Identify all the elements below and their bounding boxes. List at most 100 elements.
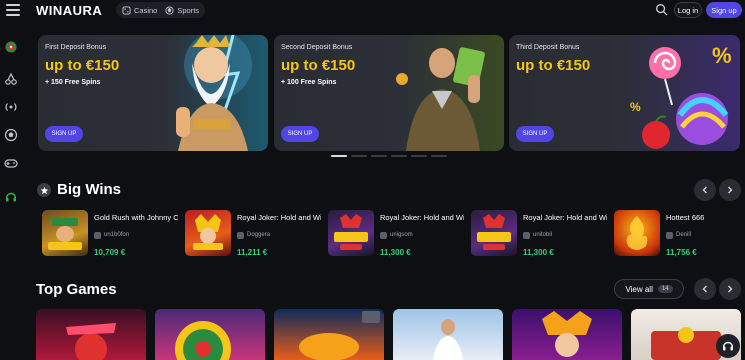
banner-amount: up to €150 <box>516 57 591 74</box>
win-game-name: Royal Joker: Hold and Win <box>523 213 607 222</box>
user-avatar-icon <box>94 231 101 239</box>
game-thumbnail <box>185 210 231 256</box>
big-win-card[interactable]: Royal Joker: Hold and Win Doggera 11,211… <box>185 210 323 260</box>
sports-tab[interactable]: Sports <box>165 6 199 15</box>
win-amount: 11,300 € <box>523 248 554 257</box>
win-username-text: unitobil <box>533 232 553 238</box>
chevron-left-icon <box>702 285 707 293</box>
site-logo[interactable]: WINAURA <box>36 3 102 18</box>
games-count-badge: 14 <box>657 285 673 293</box>
game-thumbnail <box>471 210 517 256</box>
top-games-next-button[interactable] <box>719 278 741 300</box>
login-button[interactable]: Log in <box>674 2 702 18</box>
big-wins-prev-button[interactable] <box>694 179 716 201</box>
carousel-dots <box>331 155 447 157</box>
candy-illustration: % % <box>630 43 732 149</box>
game-tile[interactable] <box>274 309 384 360</box>
chevron-right-icon <box>728 285 733 293</box>
win-username-text: un1b0fon <box>104 232 130 238</box>
win-username: Doggera <box>237 231 321 239</box>
win-username-text: unigsom <box>390 232 413 238</box>
user-avatar-icon <box>380 231 387 239</box>
soccer-ball-icon[interactable] <box>4 128 18 142</box>
banner-amount: up to €150 <box>281 57 356 74</box>
roulette-icon[interactable] <box>4 40 18 54</box>
banner-signup-button[interactable]: SIGN UP <box>281 126 319 142</box>
hamburger-menu-icon[interactable] <box>6 4 20 16</box>
big-wins-next-button[interactable] <box>719 179 741 201</box>
big-win-card[interactable]: Royal Joker: Hold and Win unitobil 11,30… <box>471 210 609 260</box>
win-username: unigsom <box>380 231 464 239</box>
svg-text:%: % <box>630 100 641 114</box>
search-icon[interactable] <box>655 3 668 16</box>
win-username: unitobil <box>523 231 607 239</box>
win-game-name: Hottest 666 <box>666 213 705 222</box>
support-chat-button[interactable] <box>716 334 740 358</box>
game-tile[interactable] <box>393 309 503 360</box>
promo-banner-first-deposit[interactable]: First Deposit Bonus up to €150 + 150 Fre… <box>38 35 268 151</box>
win-game-name: Royal Joker: Hold and Win <box>237 213 321 222</box>
win-amount: 11,211 € <box>237 248 268 257</box>
top-bar: WINAURA Casino Sports Log in Sign up <box>0 0 745 22</box>
casino-icon <box>122 5 131 15</box>
win-amount: 11,756 € <box>666 248 697 257</box>
user-avatar-icon <box>237 231 244 239</box>
banner-signup-button[interactable]: SIGN UP <box>516 126 554 142</box>
win-username-text: Denill <box>676 232 692 238</box>
support-headset-icon[interactable] <box>4 190 18 204</box>
user-avatar-icon <box>666 231 673 239</box>
live-signal-icon[interactable] <box>4 100 18 114</box>
chevron-right-icon <box>728 186 733 194</box>
mode-switch: Casino Sports <box>116 2 206 18</box>
game-thumbnail <box>614 210 660 256</box>
win-amount: 10,709 € <box>94 248 126 257</box>
top-games-prev-button[interactable] <box>694 278 716 300</box>
win-game-name: Royal Joker: Hold and Win <box>380 213 464 222</box>
view-all-button[interactable]: View all 14 <box>614 279 684 299</box>
view-all-label: View all <box>625 284 653 294</box>
carousel-dot[interactable] <box>431 155 447 157</box>
game-thumbnail <box>328 210 374 256</box>
big-win-card[interactable]: Hottest 666 Denill 11,756 € <box>614 210 740 260</box>
star-icon <box>37 183 51 197</box>
win-game-name: Gold Rush with Johnny Cash <box>94 213 178 222</box>
banner-label: Second Deposit Bonus <box>281 44 353 51</box>
zeus-illustration <box>176 35 252 151</box>
big-win-card[interactable]: Gold Rush with Johnny Cash un1b0fon 10,7… <box>42 210 180 260</box>
carousel-dot[interactable] <box>351 155 367 157</box>
carousel-dot[interactable] <box>391 155 407 157</box>
chevron-left-icon <box>702 186 707 194</box>
carousel-dot[interactable] <box>371 155 387 157</box>
banner-label: Third Deposit Bonus <box>516 44 580 51</box>
win-username-text: Doggera <box>247 232 271 238</box>
big-win-card[interactable]: Royal Joker: Hold and Win unigsom 11,300… <box>328 210 466 260</box>
banner-label: First Deposit Bonus <box>45 44 107 51</box>
banner-signup-button[interactable]: SIGN UP <box>45 126 83 142</box>
carousel-dot[interactable] <box>331 155 347 157</box>
promo-banner-second-deposit[interactable]: Second Deposit Bonus up to €150 + 100 Fr… <box>274 35 504 151</box>
casino-tab-label: Casino <box>134 5 158 15</box>
user-avatar-icon <box>523 231 530 239</box>
sidebar <box>0 22 22 360</box>
svg-text:%: % <box>712 43 732 68</box>
carousel-dot[interactable] <box>411 155 427 157</box>
game-tile[interactable] <box>512 309 622 360</box>
banner-free-spins: + 100 Free Spins <box>281 79 337 86</box>
game-tile[interactable] <box>155 309 265 360</box>
signup-button[interactable]: Sign up <box>706 2 742 18</box>
win-username: un1b0fon <box>94 231 178 239</box>
adventurer-illustration <box>396 47 485 151</box>
sports-tab-label: Sports <box>177 5 200 15</box>
big-wins-title: Big Wins <box>57 181 122 198</box>
sports-ball-icon <box>165 5 174 15</box>
cherries-icon[interactable] <box>4 72 18 86</box>
casino-tab[interactable]: Casino <box>122 6 157 15</box>
game-tile[interactable] <box>36 309 146 360</box>
win-amount: 11,300 € <box>380 248 411 257</box>
banner-amount: up to €150 <box>45 57 120 74</box>
banner-free-spins: + 150 Free Spins <box>45 79 101 86</box>
gamepad-icon[interactable] <box>4 156 18 170</box>
headset-icon <box>722 341 734 351</box>
promo-banner-third-deposit[interactable]: % % Third Deposit Bonus up to €150 SIGN … <box>509 35 740 151</box>
game-thumbnail <box>42 210 88 256</box>
